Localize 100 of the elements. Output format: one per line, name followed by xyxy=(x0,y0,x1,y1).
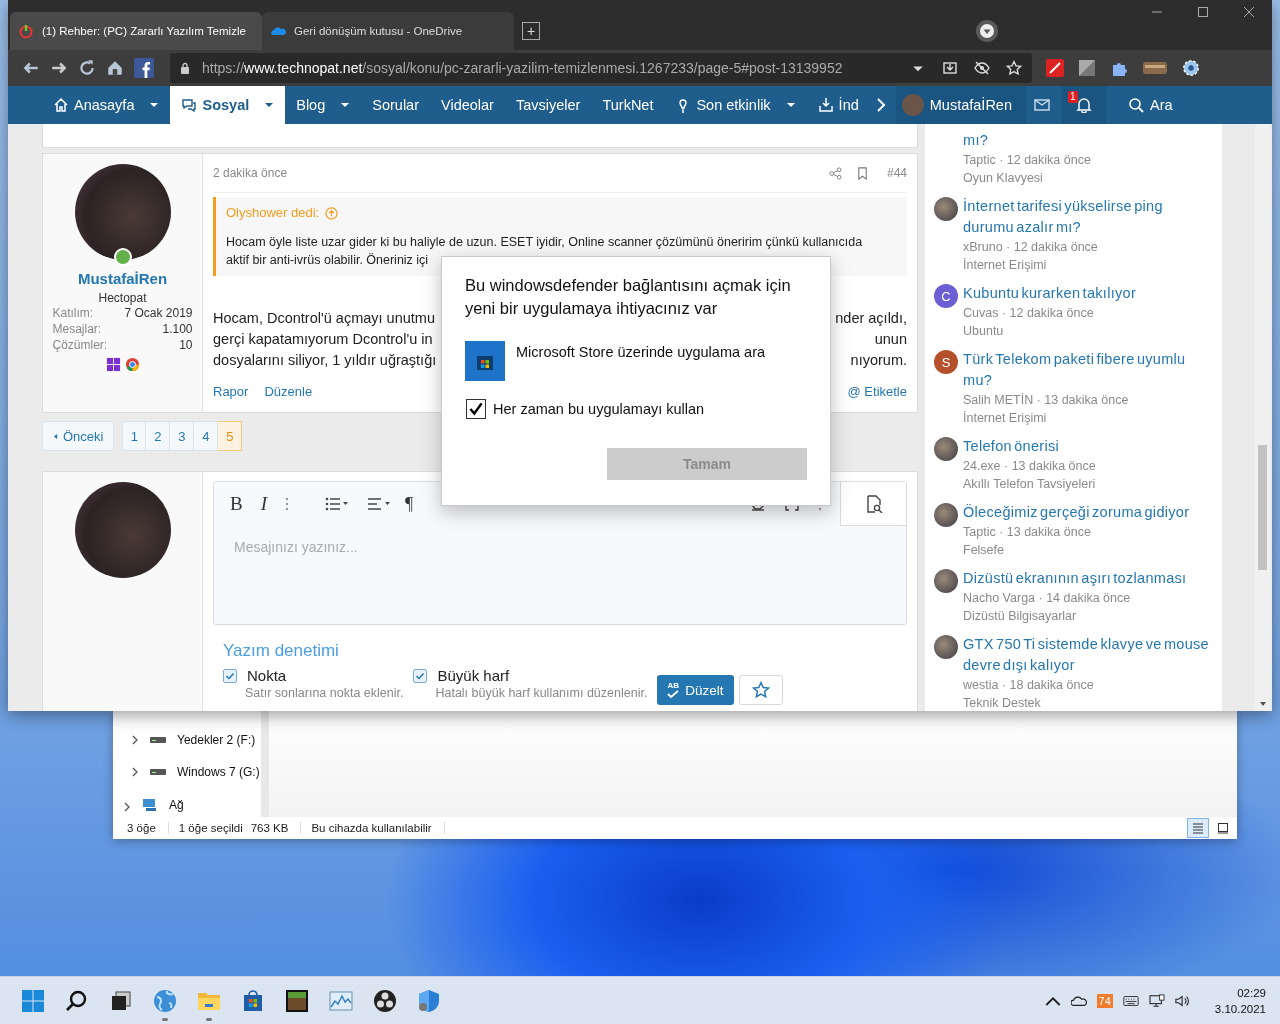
thread-title-link[interactable]: Öleceğimiz gerçeği zoruma gidiyor xyxy=(963,502,1213,523)
thread-title-link[interactable]: Dizüstü ekranının aşırı tozlanması xyxy=(963,568,1213,589)
list-icon[interactable] xyxy=(325,497,349,511)
status-text: 1 öğe seçildi xyxy=(178,822,244,834)
align-icon[interactable] xyxy=(367,497,391,511)
checkbox-label[interactable]: Nokta xyxy=(247,667,287,684)
checkbox[interactable] xyxy=(223,668,237,683)
network-icon[interactable] xyxy=(1148,993,1165,1008)
format-button[interactable]: I xyxy=(260,493,267,515)
task-view-icon[interactable] xyxy=(109,988,133,1013)
format-button[interactable]: B xyxy=(230,493,243,515)
mail-icon[interactable] xyxy=(1034,98,1050,112)
globe-icon[interactable] xyxy=(153,988,177,1013)
caret-icon[interactable] xyxy=(149,100,160,110)
thread-title-link[interactable]: Telefon önerisi xyxy=(963,436,1213,457)
share-icon[interactable] xyxy=(828,166,842,180)
cloud-icon[interactable] xyxy=(1070,993,1087,1008)
eye-off-icon[interactable] xyxy=(974,60,990,76)
thread-title-link[interactable]: Kubuntu kurarken takılıyor xyxy=(963,283,1213,304)
nav-tab[interactable]: TurkNet xyxy=(591,86,665,124)
nav-tab[interactable]: Blog xyxy=(285,86,362,124)
start-icon[interactable] xyxy=(21,988,45,1013)
caret-icon[interactable] xyxy=(340,100,351,110)
facebook-icon[interactable] xyxy=(134,58,154,78)
page-button[interactable]: 2 xyxy=(146,421,171,451)
browser-tab[interactable]: Geri dönüşüm kutusu - OneDrive xyxy=(262,12,514,50)
nav-tab[interactable]: Videolar xyxy=(430,86,505,124)
chevron-right-icon[interactable] xyxy=(875,97,886,113)
previous-page-button[interactable]: Önceki xyxy=(42,421,115,451)
volume-icon[interactable] xyxy=(1174,993,1191,1008)
more-vertical-icon[interactable] xyxy=(285,497,289,511)
chevron-icon[interactable] xyxy=(131,767,139,777)
address-bar[interactable]: https://www.technopat.net/sosyal/konu/pc-zararli-yazilim-temizlenmesi.1267233/page-5#post-13139952 xyxy=(170,53,1032,83)
tree-item[interactable]: Windows 7 (G:) xyxy=(177,765,260,779)
browser-tab[interactable]: (1) Rehber: (PC) Zararlı Yazılım Temizle xyxy=(10,12,262,50)
clock[interactable]: 02:29 3.10.2021 xyxy=(1214,984,1266,1017)
nav-tab[interactable]: Son etkinlik xyxy=(664,86,807,124)
preview-button[interactable] xyxy=(840,482,906,526)
page-button[interactable]: 1 xyxy=(122,421,147,451)
store-icon[interactable] xyxy=(241,988,265,1013)
checkbox-label[interactable]: Her zaman bu uygulamayı kullan xyxy=(493,401,705,417)
home-icon[interactable] xyxy=(106,59,124,77)
nav-tab[interactable]: Anasayfa xyxy=(42,86,171,124)
scrollbar[interactable] xyxy=(1255,124,1270,711)
extension-icon[interactable] xyxy=(1142,59,1168,77)
nav-tab[interactable]: Tavsiyeler xyxy=(504,86,592,124)
checkmark-icon xyxy=(467,400,485,418)
caret-icon[interactable] xyxy=(264,100,275,110)
paragraph-button[interactable]: ¶ xyxy=(405,493,414,515)
reload-icon[interactable] xyxy=(78,59,96,77)
nav-tab[interactable]: İnd xyxy=(806,86,870,124)
star-icon[interactable] xyxy=(1006,60,1022,76)
install-icon[interactable] xyxy=(942,60,958,76)
checkbox[interactable] xyxy=(413,668,428,683)
grass-block-icon[interactable] xyxy=(285,988,309,1013)
caret-icon[interactable] xyxy=(785,100,796,110)
thread-title-link[interactable]: GTX 750 Ti sistemde klavye ve mouse devre dışı kalıyor xyxy=(963,634,1213,676)
search-button[interactable]: Ara xyxy=(1116,86,1185,124)
nav-tab[interactable]: Sorular xyxy=(361,86,430,124)
new-tab-button[interactable]: + xyxy=(522,22,540,40)
search-icon[interactable] xyxy=(65,988,89,1013)
checkbox-label[interactable]: Büyük harf xyxy=(437,667,510,684)
tree-item[interactable]: Yedekler 2 (F:) xyxy=(177,733,256,747)
chevron-icon[interactable] xyxy=(123,802,131,812)
dropdown-icon[interactable] xyxy=(975,19,999,43)
tag-link[interactable]: @ Etiketle xyxy=(847,384,907,399)
chevron-icon[interactable] xyxy=(131,735,139,745)
store-option[interactable]: Microsoft Store üzerinde uygulama ara xyxy=(465,341,807,381)
settings-icon[interactable] xyxy=(1182,59,1200,77)
page-button[interactable]: 4 xyxy=(194,421,219,451)
forum-name: Akıllı Telefon Tavsiyeleri xyxy=(963,476,1097,493)
thread-title-link[interactable]: Türk Telekom paketi fibere uyumlu mu? xyxy=(963,349,1213,391)
scroll-down-arrow-icon[interactable] xyxy=(1259,701,1267,707)
close-icon[interactable] xyxy=(1243,6,1255,18)
extension-icon[interactable] xyxy=(1078,59,1096,77)
post-number-link[interactable]: #44 xyxy=(886,166,907,180)
tree-item[interactable]: Ağ xyxy=(169,798,184,812)
obs-icon[interactable] xyxy=(373,988,397,1013)
thread-title-link[interactable]: İnternet tarifesi yükselirse ping durumu azalır mı? xyxy=(963,196,1213,238)
thread-meta: Cuvas · 12 dakika önce xyxy=(963,305,1095,322)
post-action-link[interactable]: Rapor xyxy=(213,384,249,399)
fix-button[interactable]: AB Düzelt xyxy=(657,675,734,705)
page-button[interactable]: 3 xyxy=(170,421,195,451)
keyboard-icon[interactable] xyxy=(1122,993,1139,1008)
scrollbar-thumb[interactable] xyxy=(1258,445,1267,570)
thread-title-link[interactable]: mı? xyxy=(963,130,1213,151)
bookmark-icon[interactable] xyxy=(855,166,869,180)
shield-icon[interactable] xyxy=(417,988,441,1013)
stat-label: Mesajlar: xyxy=(52,321,102,337)
post-action-link[interactable]: Düzenle xyxy=(264,384,313,399)
bell-icon[interactable] xyxy=(1076,97,1092,113)
nav-tab[interactable]: Sosyal xyxy=(170,86,286,124)
star-button[interactable] xyxy=(738,675,783,705)
performance-monitor-icon[interactable] xyxy=(329,988,353,1013)
user-menu[interactable]: MustafaİRen xyxy=(895,86,1026,124)
extension-icon[interactable] xyxy=(1046,59,1064,77)
checkbox[interactable] xyxy=(466,399,486,419)
caret-icon xyxy=(53,432,58,440)
username-link[interactable]: MustafaİRen xyxy=(77,270,168,287)
maximize-icon[interactable] xyxy=(1197,6,1209,18)
